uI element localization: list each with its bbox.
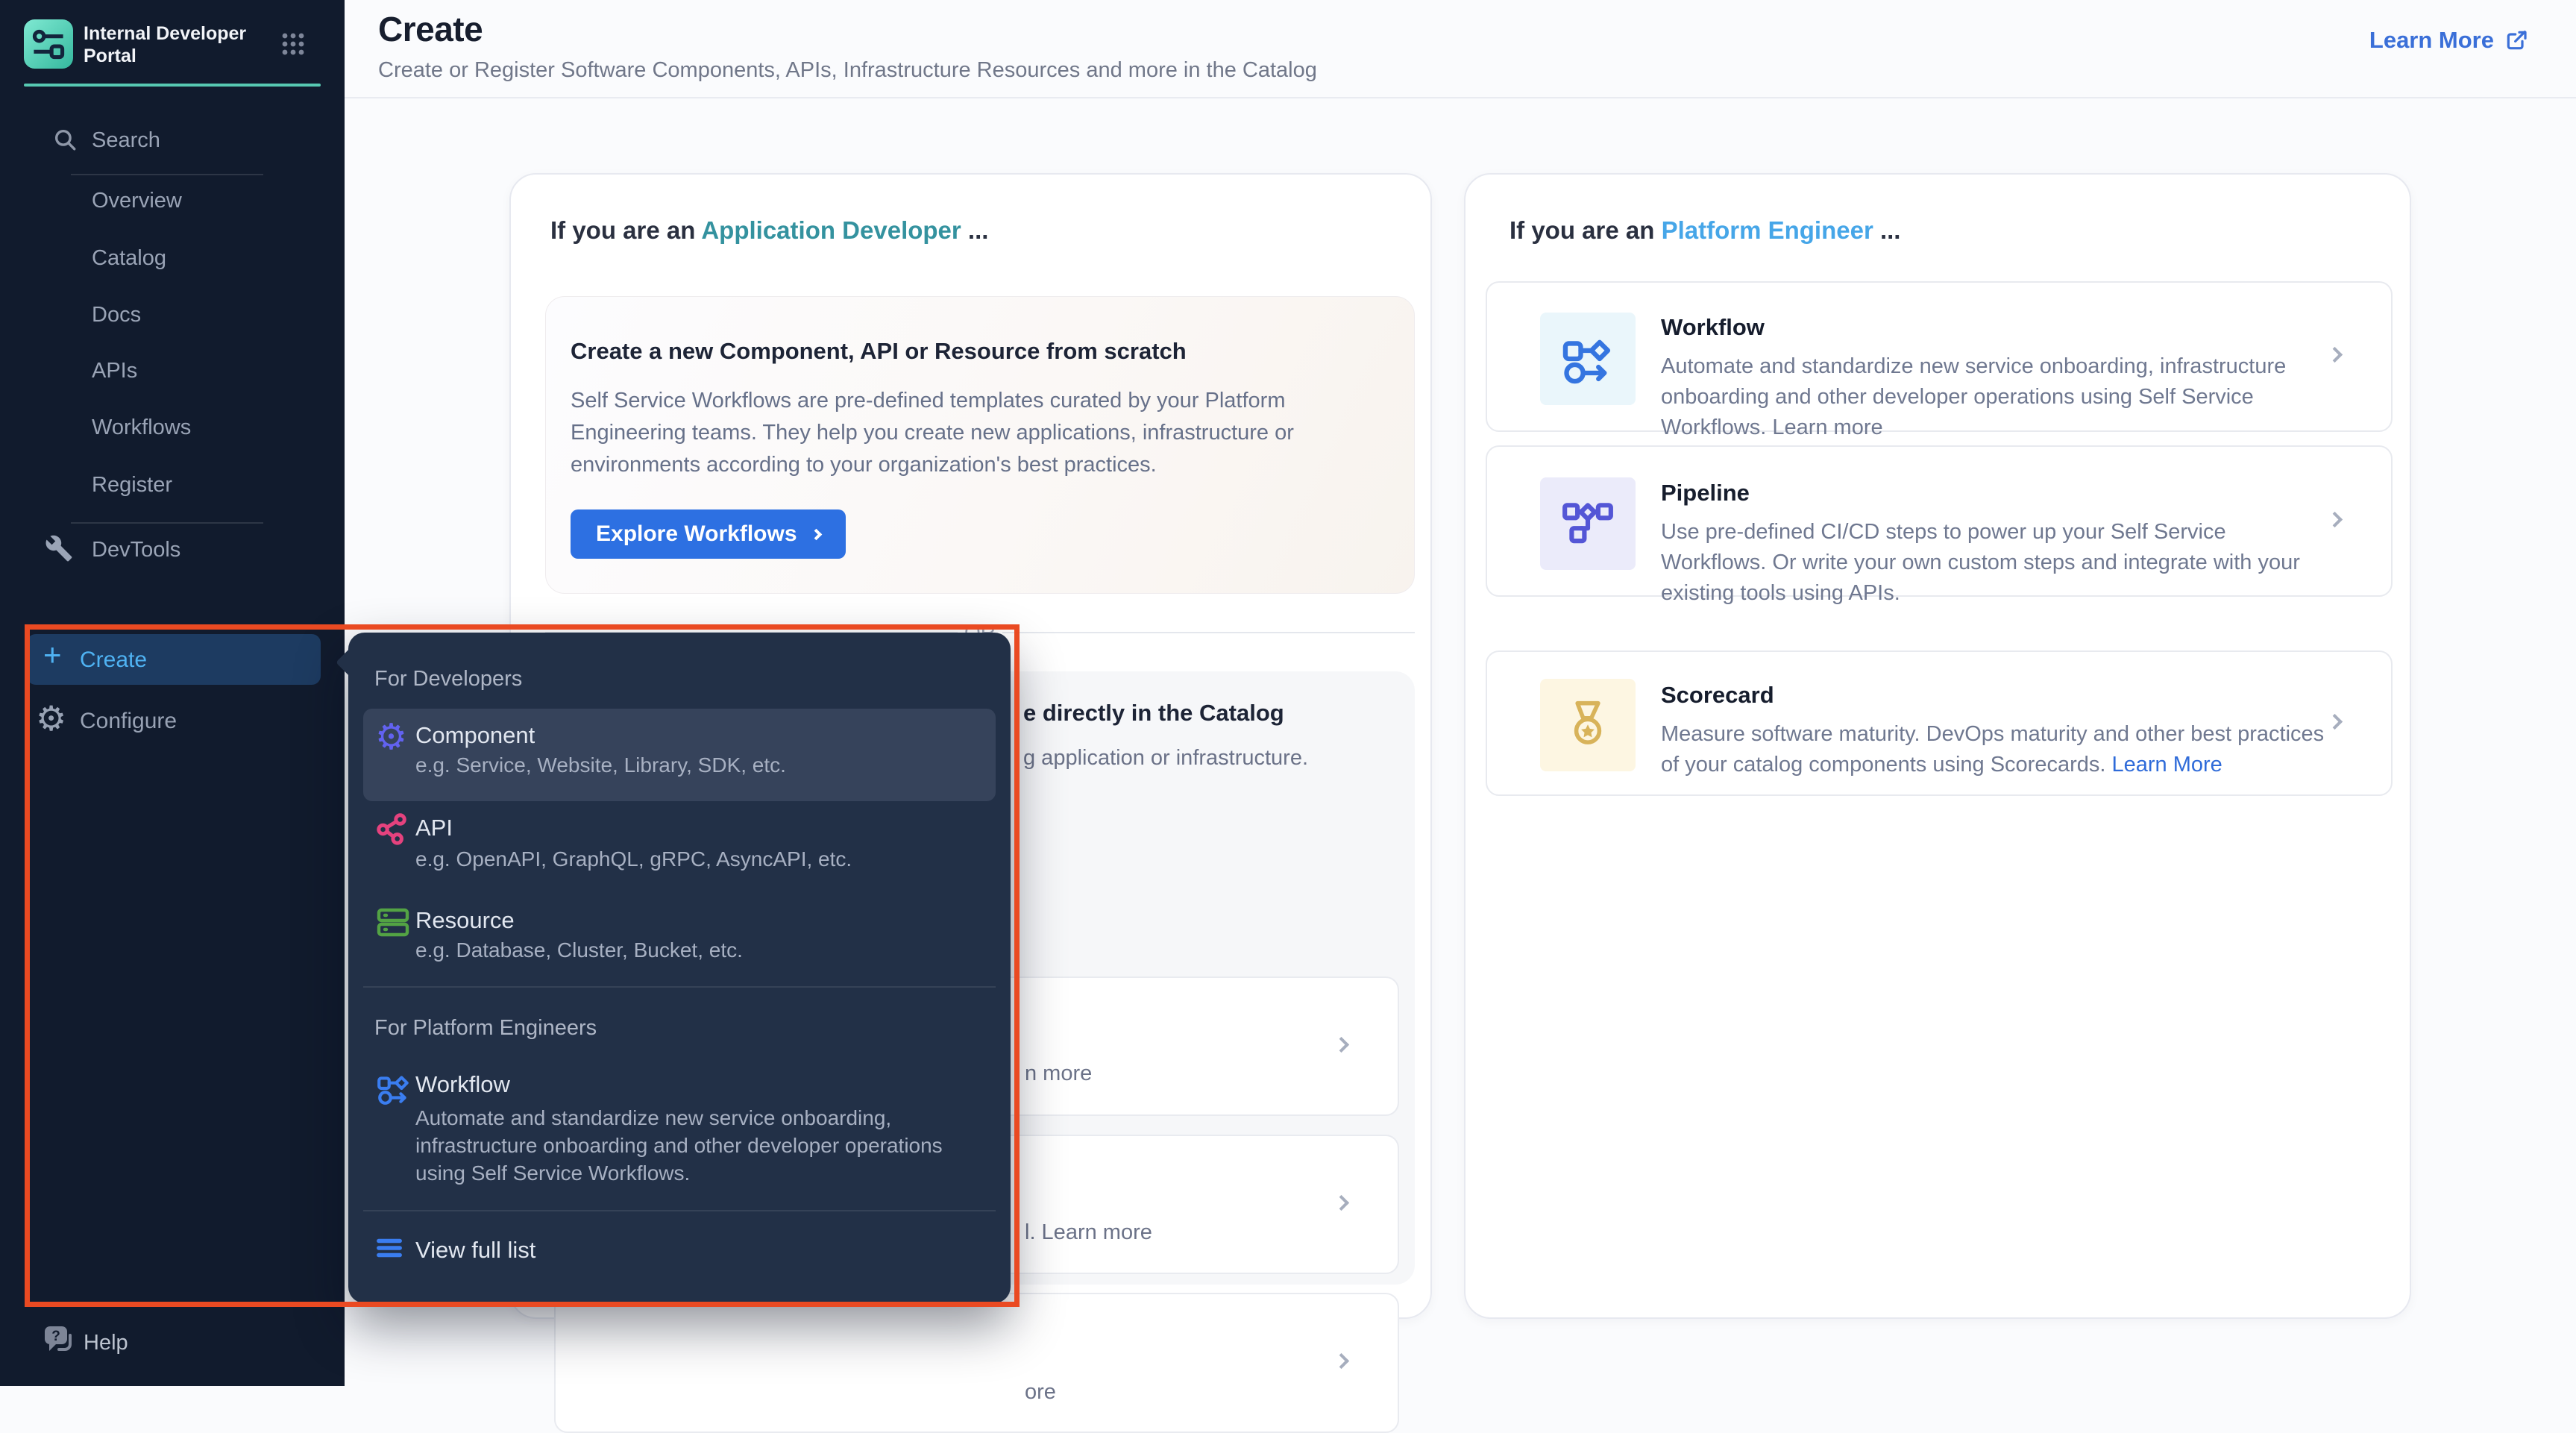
flyout-for-platform-engineers-header: For Platform Engineers bbox=[374, 1016, 597, 1041]
scorecard-row-desc: Measure software maturity. DevOps maturi… bbox=[1661, 719, 2332, 780]
chevron-right-icon bbox=[1333, 1036, 1349, 1052]
flyout-for-developers-header: For Developers bbox=[374, 667, 522, 692]
workflow-row-desc: Automate and standardize new service onb… bbox=[1661, 351, 2332, 443]
sidebar-item-help[interactable]: Help bbox=[84, 1331, 128, 1355]
sidebar-divider bbox=[71, 174, 263, 175]
sidebar-accent-rule bbox=[24, 84, 321, 87]
heading-highlight: Application Developer bbox=[701, 216, 961, 244]
heading-prefix: If you are an bbox=[550, 216, 701, 244]
chevron-right-icon bbox=[810, 528, 822, 540]
catalog-row-text: ore bbox=[1025, 1380, 1056, 1405]
workflow-icon bbox=[1540, 313, 1636, 405]
scratch-panel-body: Self Service Workflows are pre-defined t… bbox=[571, 385, 1389, 481]
create-flyout-menu: For Developers ⚙ Component e.g. Service,… bbox=[348, 633, 1011, 1303]
resource-subtitle: e.g. Database, Cluster, Bucket, etc. bbox=[415, 938, 743, 962]
view-full-list-label: View full list bbox=[415, 1237, 535, 1264]
header-divider bbox=[345, 97, 2576, 98]
catalog-row[interactable]: ore bbox=[554, 1293, 1399, 1433]
workflow-desc: Automate and standardize new service onb… bbox=[415, 1104, 945, 1187]
catalog-section-subtitle: g application or infrastructure. bbox=[1023, 746, 1308, 771]
api-icon bbox=[375, 812, 409, 846]
component-subtitle: e.g. Service, Website, Library, SDK, etc… bbox=[415, 753, 786, 777]
search-icon[interactable] bbox=[52, 127, 78, 152]
list-icon bbox=[375, 1234, 403, 1262]
pipeline-row[interactable]: Pipeline Use pre-defined CI/CD steps to … bbox=[1486, 445, 2393, 597]
learn-more-label: Learn More bbox=[2369, 27, 2494, 54]
explore-workflows-label: Explore Workflows bbox=[596, 521, 797, 547]
chevron-right-icon bbox=[1333, 1194, 1349, 1210]
component-title: Component bbox=[415, 722, 535, 749]
catalog-row-text: n more bbox=[1025, 1062, 1092, 1086]
pipeline-row-desc: Use pre-defined CI/CD steps to power up … bbox=[1661, 517, 2332, 609]
component-gear-icon: ⚙ bbox=[375, 719, 407, 755]
pipeline-icon bbox=[1540, 477, 1636, 570]
chevron-right-icon bbox=[1333, 1353, 1349, 1369]
sidebar-item-devtools[interactable]: DevTools bbox=[92, 538, 180, 562]
flyout-divider bbox=[363, 1210, 996, 1211]
workflow-title: Workflow bbox=[415, 1071, 510, 1098]
app-logo-icon bbox=[24, 19, 73, 69]
flyout-divider bbox=[363, 986, 996, 988]
sidebar-item-workflows[interactable]: Workflows bbox=[92, 416, 191, 440]
workflow-icon bbox=[375, 1070, 412, 1107]
sidebar-item-overview[interactable]: Overview bbox=[92, 189, 182, 213]
sidebar-item-catalog[interactable]: Catalog bbox=[92, 246, 166, 271]
external-link-icon bbox=[2504, 28, 2528, 52]
gear-icon: ⚙ bbox=[36, 698, 66, 739]
sidebar-item-apis[interactable]: APIs bbox=[92, 359, 137, 383]
catalog-section-title: e directly in the Catalog bbox=[1023, 700, 1284, 727]
resource-icon bbox=[375, 904, 411, 940]
api-subtitle: e.g. OpenAPI, GraphQL, gRPC, AsyncAPI, e… bbox=[415, 847, 852, 871]
help-chat-icon: ? bbox=[42, 1325, 76, 1358]
sidebar-item-create[interactable] bbox=[27, 634, 321, 685]
heading-suffix: ... bbox=[961, 216, 989, 244]
page-title: Create bbox=[378, 9, 483, 49]
create-from-scratch-panel: Create a new Component, API or Resource … bbox=[545, 296, 1415, 594]
dev-card-heading: If you are an Application Developer ... bbox=[550, 216, 988, 245]
workflow-row[interactable]: Workflow Automate and standardize new se… bbox=[1486, 281, 2393, 432]
sidebar-item-search[interactable]: Search bbox=[92, 128, 160, 153]
sidebar-item-docs[interactable]: Docs bbox=[92, 303, 141, 327]
page-subtitle: Create or Register Software Components, … bbox=[378, 58, 1317, 83]
scorecard-row-title: Scorecard bbox=[1661, 682, 1774, 709]
svg-text:?: ? bbox=[51, 1329, 60, 1344]
explore-workflows-button[interactable]: Explore Workflows bbox=[571, 509, 846, 559]
scorecard-learn-more-link[interactable]: Learn More bbox=[2112, 753, 2222, 777]
sidebar-item-register[interactable]: Register bbox=[92, 473, 172, 498]
heading-prefix: If you are an bbox=[1510, 216, 1662, 244]
sidebar-divider bbox=[71, 522, 263, 524]
sidebar: Internal Developer Portal Search Overvie… bbox=[0, 0, 345, 1386]
apps-grid-icon[interactable] bbox=[280, 31, 306, 57]
scratch-panel-title: Create a new Component, API or Resource … bbox=[571, 338, 1187, 365]
workflow-row-title: Workflow bbox=[1661, 314, 1765, 341]
heading-highlight: Platform Engineer bbox=[1662, 216, 1873, 244]
scorecard-desc-text: Measure software maturity. DevOps maturi… bbox=[1661, 722, 2324, 777]
scorecard-medal-icon bbox=[1540, 679, 1636, 771]
app-title: Internal Developer Portal bbox=[84, 22, 274, 67]
heading-suffix: ... bbox=[1873, 216, 1901, 244]
scorecard-row[interactable]: Scorecard Measure software maturity. Dev… bbox=[1486, 650, 2393, 796]
plat-card-heading: If you are an Platform Engineer ... bbox=[1510, 216, 1900, 245]
wrench-icon bbox=[45, 534, 73, 562]
resource-title: Resource bbox=[415, 907, 515, 934]
plus-icon: + bbox=[43, 637, 62, 673]
learn-more-link[interactable]: Learn More bbox=[2369, 27, 2528, 54]
api-title: API bbox=[415, 815, 453, 841]
sidebar-item-create-label: Create bbox=[80, 647, 147, 673]
platform-engineer-card: If you are an Platform Engineer ... Work… bbox=[1464, 173, 2411, 1319]
catalog-row-text: l. Learn more bbox=[1025, 1220, 1152, 1245]
pipeline-row-title: Pipeline bbox=[1661, 480, 1750, 507]
sidebar-item-configure[interactable]: Configure bbox=[80, 709, 177, 734]
